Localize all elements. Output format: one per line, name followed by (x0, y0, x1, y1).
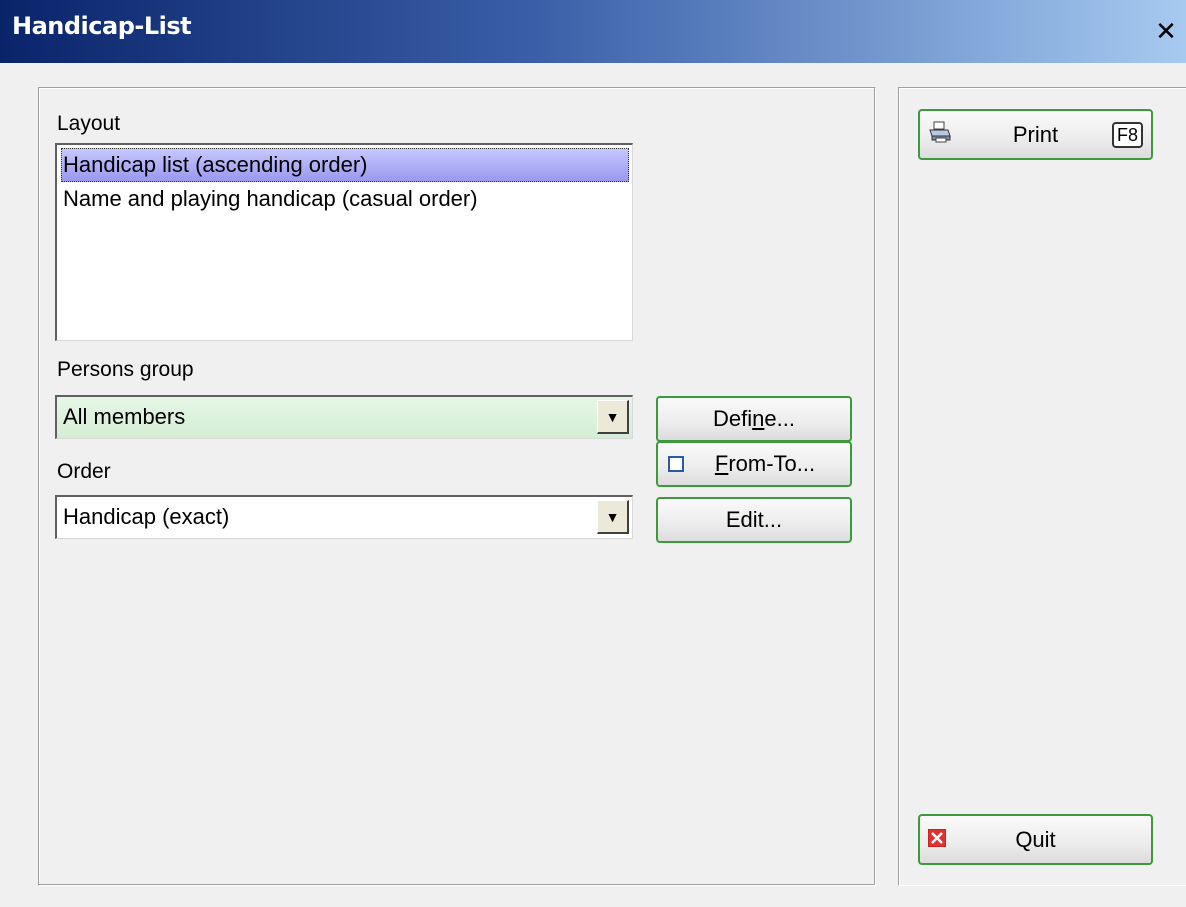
order-label: Order (57, 460, 111, 483)
order-value: Handicap (exact) (63, 504, 230, 529)
triangle-down-icon[interactable]: ▼ (597, 500, 629, 534)
persons-group-label-accel: g (139, 358, 152, 381)
print-button[interactable]: Print F8 (918, 109, 1153, 160)
from-to-button[interactable]: From-To... (656, 441, 852, 487)
layout-list-item[interactable]: Handicap list (ascending order) (61, 148, 629, 182)
quit-button[interactable]: Quit (918, 814, 1153, 865)
layout-listbox[interactable]: Handicap list (ascending order) Name and… (55, 143, 633, 341)
printer-icon (928, 121, 952, 149)
print-button-label: Print (1012, 121, 1059, 147)
persons-group-label: Persons group (57, 358, 194, 382)
persons-group-label-text: Persons (57, 358, 140, 381)
edit-button[interactable]: Edit... (656, 497, 852, 543)
actions-panel (898, 87, 1186, 886)
quit-button-label: Quit (1015, 826, 1056, 852)
triangle-down-icon[interactable]: ▼ (597, 400, 629, 434)
persons-group-combo[interactable]: All members ▼ (55, 395, 633, 439)
print-shortcut-badge: F8 (1111, 121, 1143, 148)
close-x-icon (927, 827, 947, 853)
title-bar: Handicap-List ✕ (0, 0, 1186, 63)
close-button[interactable]: ✕ (1150, 16, 1182, 48)
edit-button-label: Edit... (725, 507, 783, 532)
persons-group-label-text-end: roup (151, 358, 194, 381)
define-button-label: Define... (713, 406, 795, 431)
persons-group-value: All members (63, 404, 186, 429)
layout-list-item[interactable]: Name and playing handicap (casual order) (61, 182, 629, 216)
order-combo[interactable]: Handicap (exact) ▼ (55, 495, 633, 539)
from-to-button-label: From-To... (714, 451, 816, 476)
layout-label: Layout (57, 112, 121, 135)
define-button[interactable]: Define... (656, 396, 852, 442)
window-title: Handicap-List (12, 12, 192, 40)
from-to-checkbox[interactable] (668, 456, 684, 472)
close-icon: ✕ (1155, 17, 1177, 47)
